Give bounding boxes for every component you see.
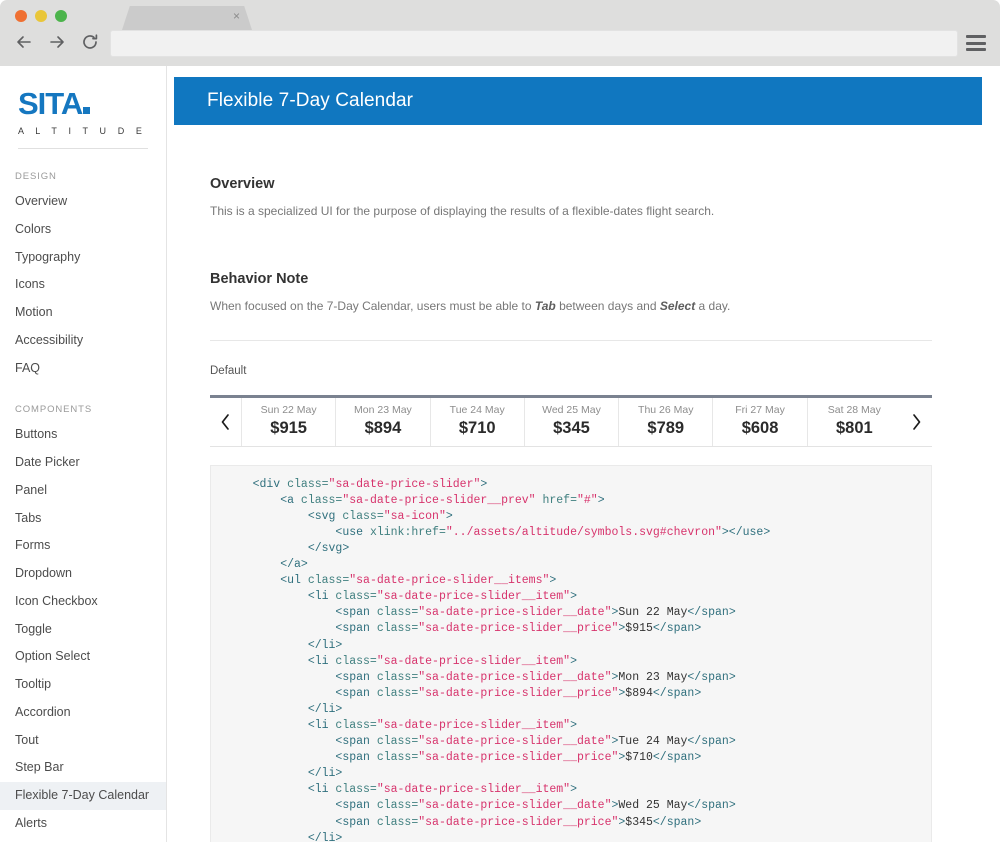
slider-item-date: Tue 24 May (449, 403, 505, 416)
section-divider (210, 339, 932, 341)
sidebar-item-tabs[interactable]: Tabs (0, 505, 166, 533)
page-header-banner: Flexible 7-Day Calendar (174, 77, 982, 125)
window-minimize-button[interactable] (35, 10, 47, 22)
date-price-slider-item[interactable]: Fri 27 May $608 (712, 397, 806, 446)
slider-item-price: $608 (741, 419, 779, 438)
page-viewport: SITA A L T I T U D E DESIGN Overview Col… (0, 66, 1000, 842)
slider-item-date: Thu 26 May (638, 403, 694, 416)
browser-tab[interactable]: × (122, 6, 252, 30)
sidebar-item-icon-checkbox[interactable]: Icon Checkbox (0, 588, 166, 616)
address-bar[interactable] (110, 30, 958, 57)
behavior-note-body: When focused on the 7-Day Calendar, user… (210, 298, 1000, 315)
sidebar-item-forms[interactable]: Forms (0, 532, 166, 560)
reload-icon[interactable] (80, 32, 100, 54)
sidebar-section-components-label: COMPONENTS (15, 404, 93, 416)
sidebar-item-colors[interactable]: Colors (0, 216, 166, 244)
slider-item-date: Mon 23 May (354, 403, 412, 416)
behavior-emphasis-tab: Tab (534, 298, 556, 313)
behavior-text-1: When focused on the 7-Day Calendar, user… (210, 298, 535, 313)
date-price-slider: Sun 22 May $915 Mon 23 May $894 Tue 24 M… (210, 394, 932, 447)
sidebar-item-step-bar[interactable]: Step Bar (0, 754, 166, 782)
sidebar-item-typography[interactable]: Typography (0, 244, 166, 272)
date-price-slider-item[interactable]: Mon 23 May $894 (335, 397, 429, 446)
sidebar-section-design-label: DESIGN (15, 171, 57, 182)
window-traffic-lights (15, 10, 67, 22)
main-content: Flexible 7-Day Calendar Overview This is… (167, 66, 1000, 842)
sidebar-item-alerts[interactable]: Alerts (0, 810, 166, 838)
brand-logo[interactable]: SITA A L T I T U D E (0, 66, 166, 148)
date-price-slider-item[interactable]: Wed 25 May $345 (523, 397, 618, 446)
date-price-slider-item[interactable]: Tue 24 May $710 (429, 397, 524, 446)
date-price-slider-item[interactable]: Sun 22 May $915 (241, 397, 335, 446)
sidebar: SITA A L T I T U D E DESIGN Overview Col… (0, 66, 167, 842)
sidebar-item-attention-flag[interactable]: Attention Flag (0, 838, 166, 842)
slider-item-price: $801 (835, 419, 873, 438)
chevron-right-icon[interactable] (901, 398, 932, 446)
chevron-left-icon[interactable] (210, 398, 241, 446)
sidebar-item-icons[interactable]: Icons (0, 271, 166, 299)
sidebar-item-accessibility[interactable]: Accessibility (0, 327, 166, 355)
behavior-note-heading: Behavior Note (210, 270, 309, 287)
sidebar-item-date-picker[interactable]: Date Picker (0, 449, 166, 477)
sidebar-item-tout[interactable]: Tout (0, 727, 166, 755)
window-close-button[interactable] (15, 10, 27, 22)
sidebar-item-accordion[interactable]: Accordion (0, 699, 166, 727)
sidebar-item-overview[interactable]: Overview (0, 188, 166, 216)
address-input[interactable] (111, 31, 957, 56)
behavior-emphasis-select: Select (659, 298, 696, 313)
date-price-slider-item[interactable]: Sat 28 May $801 (806, 397, 901, 446)
brand-logo-text: SITA (18, 88, 91, 119)
code-sample-block: <div class="sa-date-price-slider"> <a cl… (210, 464, 932, 842)
slider-item-date: Wed 25 May (542, 403, 601, 416)
sidebar-item-buttons[interactable]: Buttons (0, 421, 166, 449)
browser-nav-buttons (14, 32, 100, 54)
forward-arrow-icon[interactable] (47, 32, 67, 54)
sidebar-item-tooltip[interactable]: Tooltip (0, 671, 166, 699)
variant-label: Default (210, 364, 247, 377)
slider-item-date: Sun 22 May (260, 403, 317, 416)
slider-item-price: $894 (364, 419, 402, 438)
browser-chrome: × (0, 0, 1000, 66)
slider-item-price: $789 (647, 419, 685, 438)
sidebar-item-toggle[interactable]: Toggle (0, 616, 166, 644)
page-title: Flexible 7-Day Calendar (207, 90, 414, 111)
slider-item-date: Fri 27 May (735, 403, 785, 416)
date-price-slider-items: Sun 22 May $915 Mon 23 May $894 Tue 24 M… (241, 397, 901, 446)
behavior-text-2: between days and (555, 298, 660, 313)
sidebar-item-panel[interactable]: Panel (0, 477, 166, 505)
slider-item-price: $915 (270, 419, 307, 438)
sidebar-item-option-select[interactable]: Option Select (0, 643, 166, 671)
code-sample-text: <div class="sa-date-price-slider"> <a cl… (225, 477, 771, 842)
tab-close-icon[interactable]: × (233, 10, 240, 22)
content-inner: Overview This is a specialized UI for th… (167, 176, 1000, 842)
brand-logo-dot (83, 107, 91, 114)
sidebar-item-dropdown[interactable]: Dropdown (0, 560, 166, 588)
behavior-text-3: a day. (695, 298, 731, 313)
overview-body: This is a specialized UI for the purpose… (210, 204, 715, 218)
date-price-slider-item[interactable]: Thu 26 May $789 (618, 397, 712, 446)
sidebar-item-faq[interactable]: FAQ (0, 355, 166, 383)
overview-heading: Overview (210, 176, 275, 192)
slider-item-price: $345 (553, 419, 590, 438)
brand-logo-subtitle: A L T I T U D E (18, 126, 147, 136)
hamburger-menu-icon[interactable] (966, 35, 986, 51)
slider-item-price: $710 (458, 419, 496, 438)
slider-item-date: Sat 28 May (827, 403, 881, 416)
sidebar-item-motion[interactable]: Motion (0, 299, 166, 327)
back-arrow-icon[interactable] (14, 32, 34, 54)
sidebar-item-flexible-7-day-calendar[interactable]: Flexible 7-Day Calendar (0, 782, 166, 810)
window-zoom-button[interactable] (55, 10, 67, 22)
